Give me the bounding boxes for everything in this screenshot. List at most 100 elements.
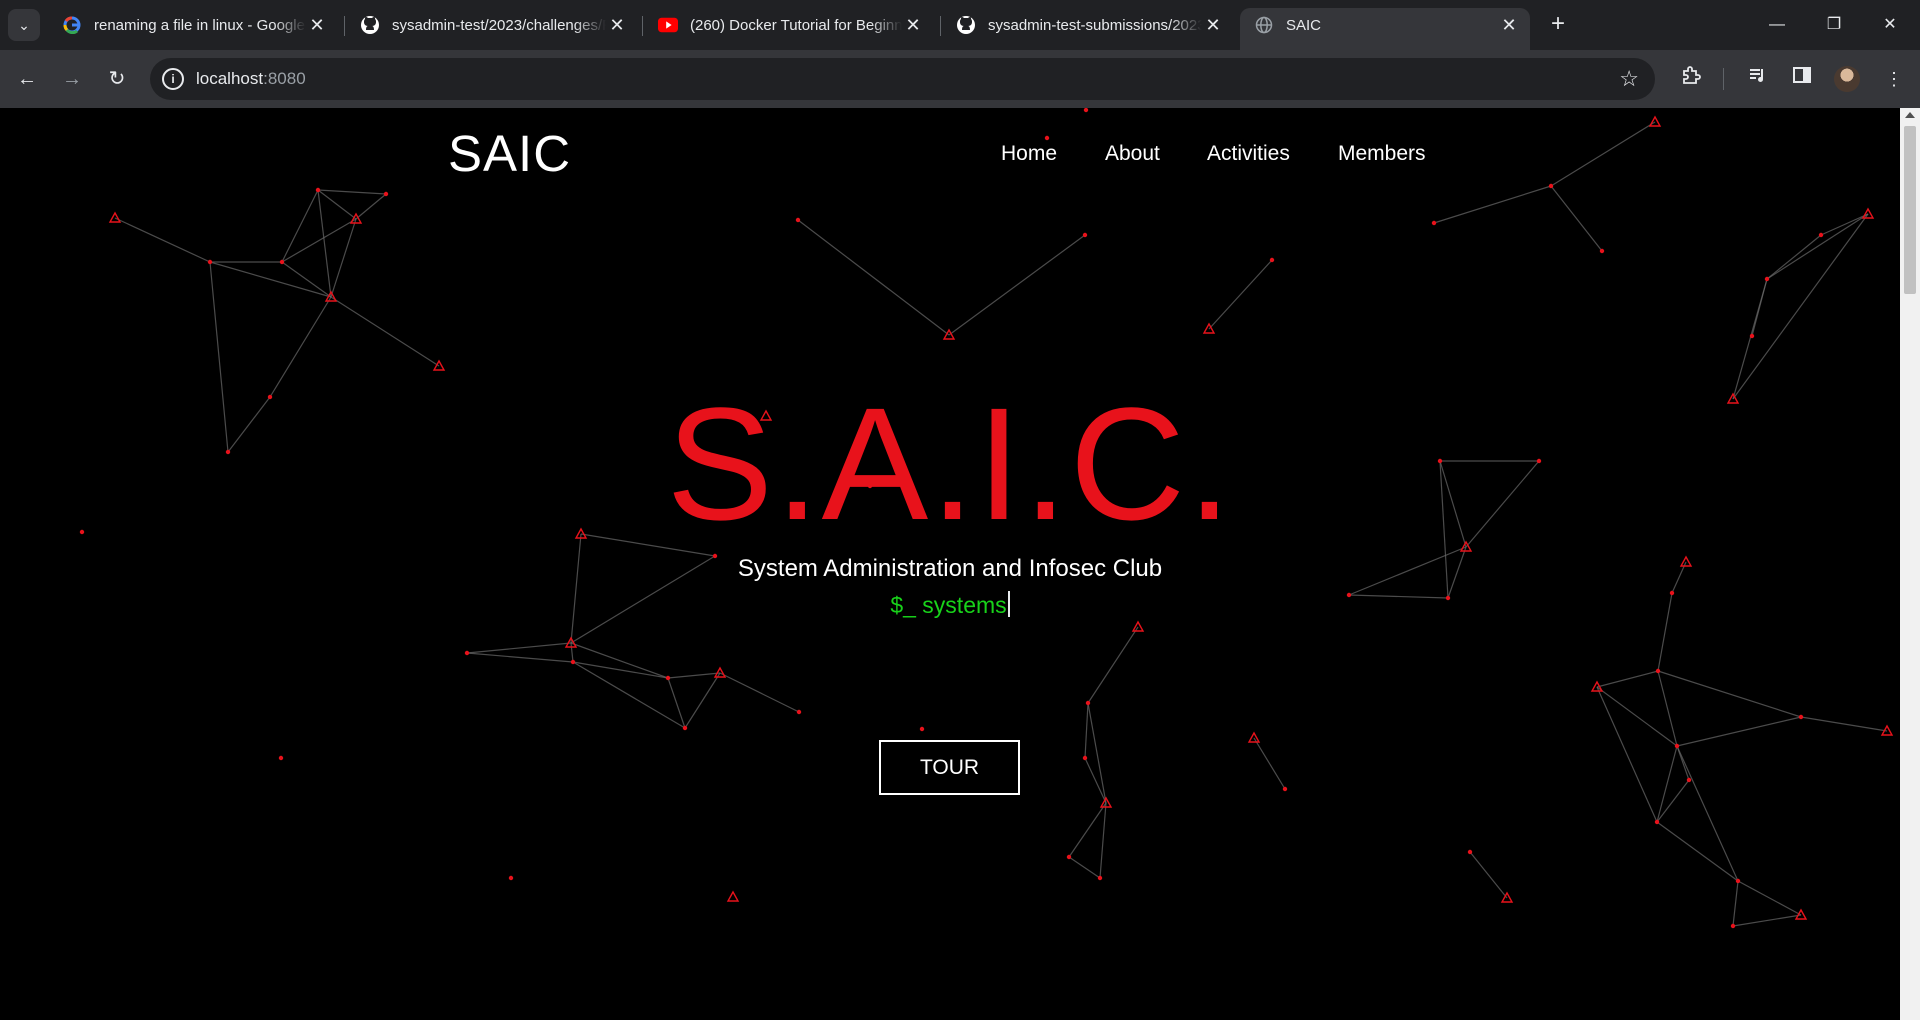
network-edge (1657, 670, 1802, 718)
network-node (1654, 819, 1660, 825)
network-node (1674, 743, 1680, 749)
tab-github-challenges[interactable]: sysadmin-test/2023/challenges/README.md … (346, 8, 638, 42)
network-node (1269, 257, 1275, 263)
network-edge (1596, 670, 1659, 688)
network-node (1861, 207, 1875, 219)
network-node (1648, 115, 1662, 127)
reload-button[interactable]: ↻ (101, 63, 133, 95)
minimize-button[interactable]: — (1757, 8, 1797, 42)
forward-button[interactable]: → (56, 63, 88, 95)
tab-strip: ⌄ renaming a file in linux - Google Sear… (0, 0, 1920, 50)
network-edge (1469, 851, 1508, 899)
network-node (207, 259, 213, 265)
network-edge (1087, 626, 1139, 704)
network-edge (317, 189, 387, 195)
network-node (1085, 700, 1091, 706)
tab-separator (344, 16, 345, 36)
network-edge (1737, 880, 1802, 916)
toolbar-separator (1723, 68, 1724, 90)
tab-google-search[interactable]: renaming a file in linux - Google Search… (48, 8, 338, 42)
page-viewport: SAIC Home About Activities Members S.A.I… (0, 108, 1900, 1020)
network-node (1548, 183, 1554, 189)
network-edge (667, 672, 721, 679)
network-edge (1068, 856, 1101, 879)
close-tab-icon[interactable]: ✕ (606, 15, 628, 36)
network-edge (1656, 779, 1690, 823)
page-scrollbar[interactable] (1900, 108, 1920, 1020)
tab-separator (642, 16, 643, 36)
close-tab-icon[interactable]: ✕ (902, 15, 924, 36)
close-tab-icon[interactable]: ✕ (1202, 15, 1224, 36)
nav-activities[interactable]: Activities (1207, 142, 1290, 166)
close-tab-icon[interactable]: ✕ (306, 15, 328, 36)
network-node (108, 211, 122, 223)
scrollbar-thumb[interactable] (1904, 126, 1916, 294)
network-edge (466, 652, 574, 663)
youtube-icon (658, 15, 678, 35)
tab-youtube-docker[interactable]: (260) Docker Tutorial for Beginners ✕ (644, 8, 934, 42)
media-control-icon[interactable] (1742, 63, 1774, 95)
network-edge (355, 193, 387, 220)
bookmark-star-icon[interactable]: ☆ (1619, 66, 1639, 92)
network-node (383, 191, 389, 197)
network-node (1798, 714, 1804, 720)
scroll-up-arrow[interactable] (1905, 112, 1915, 118)
network-edge (1433, 185, 1552, 224)
network-edge (1550, 121, 1656, 187)
google-icon (62, 15, 82, 35)
network-node (1082, 755, 1088, 761)
network-node (1247, 731, 1261, 743)
network-edge (1766, 213, 1869, 280)
network-edge (1550, 185, 1603, 252)
network-edge (1084, 757, 1107, 804)
network-edge (1732, 914, 1802, 927)
network-node (1131, 620, 1145, 632)
network-edge (948, 234, 1086, 336)
github-icon (360, 15, 380, 35)
network-node (464, 650, 470, 656)
tour-button[interactable]: TOUR (879, 740, 1020, 795)
network-node (919, 726, 925, 732)
site-info-icon[interactable]: i (162, 68, 184, 90)
extensions-icon[interactable] (1675, 63, 1707, 95)
network-edge (1087, 702, 1107, 804)
network-node (1082, 232, 1088, 238)
address-bar[interactable]: i localhost:8080 ☆ (150, 58, 1655, 100)
network-edge (570, 642, 669, 679)
network-node (682, 725, 688, 731)
new-tab-button[interactable]: + (1543, 10, 1573, 40)
menu-icon[interactable]: ⋮ (1878, 63, 1910, 95)
tab-title: SAIC (1286, 16, 1322, 34)
tab-saic-active[interactable]: SAIC ✕ (1240, 8, 1530, 50)
nav-home[interactable]: Home (1001, 142, 1057, 166)
network-node (1730, 923, 1736, 929)
site-logo[interactable]: SAIC (448, 124, 571, 183)
network-edge (570, 533, 582, 644)
network-node (795, 217, 801, 223)
network-node (278, 755, 284, 761)
url-text[interactable]: localhost:8080 (196, 69, 306, 89)
close-tab-icon[interactable]: ✕ (1498, 15, 1520, 36)
side-panel-icon[interactable] (1786, 63, 1818, 95)
network-node (1431, 220, 1437, 226)
tab-search-button[interactable]: ⌄ (8, 9, 40, 41)
back-button[interactable]: ← (11, 63, 43, 95)
profile-avatar[interactable] (1834, 66, 1860, 92)
network-node (508, 875, 514, 881)
network-node (665, 675, 671, 681)
network-edge (1676, 716, 1802, 747)
network-node (796, 709, 802, 715)
nav-members[interactable]: Members (1338, 142, 1426, 166)
network-node (1044, 135, 1050, 141)
restore-button[interactable]: ❐ (1814, 8, 1854, 42)
close-window-button[interactable]: ✕ (1870, 8, 1910, 42)
network-edge (719, 672, 800, 713)
tab-title: renaming a file in linux - Google Search (94, 16, 306, 34)
network-node (1083, 108, 1089, 113)
text-cursor (1007, 591, 1010, 617)
tab-github-submissions[interactable]: sysadmin-test-submissions/2023 ✕ (942, 8, 1234, 42)
network-edge (1800, 716, 1888, 732)
network-edge (797, 219, 950, 336)
network-edge (1676, 745, 1739, 882)
nav-about[interactable]: About (1105, 142, 1160, 166)
